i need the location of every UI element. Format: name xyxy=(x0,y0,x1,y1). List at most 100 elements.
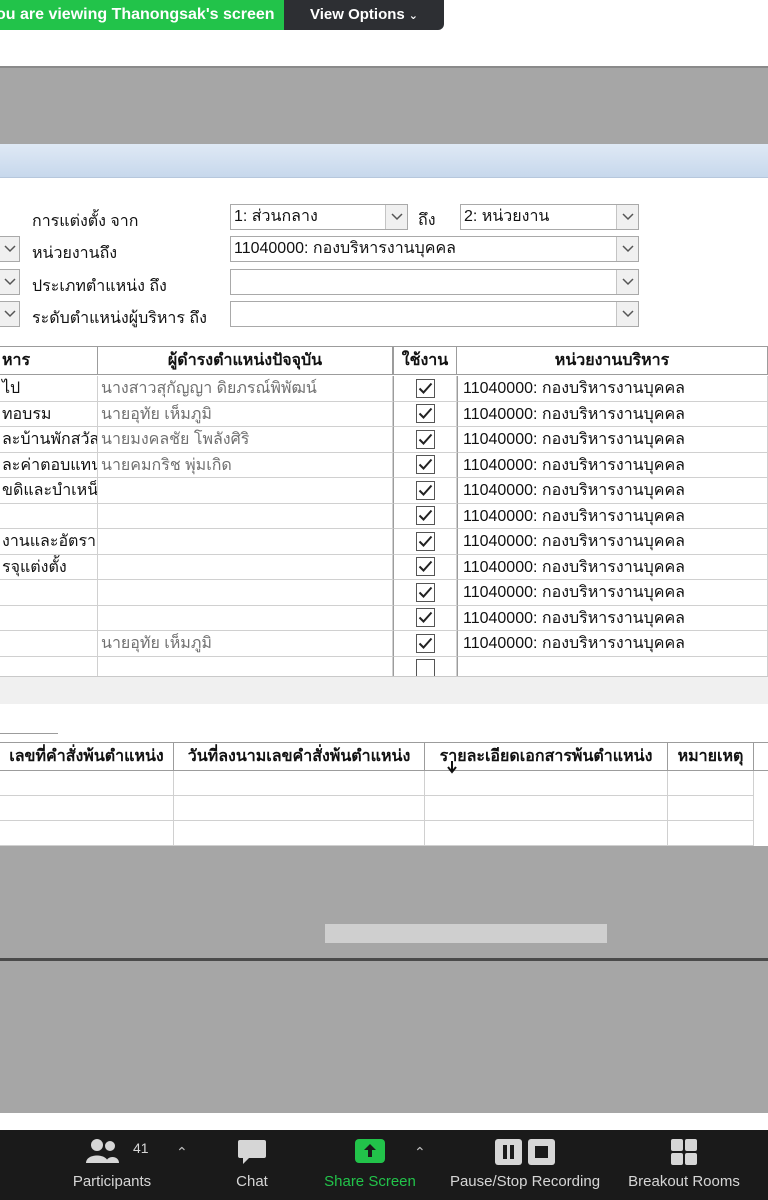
cell-department: รจุแต่งตั้ง xyxy=(0,554,98,580)
appoint-to-select[interactable]: 2: หน่วยงาน xyxy=(460,204,639,230)
breakout-rooms-label: Breakout Rooms xyxy=(628,1173,740,1190)
active-checkbox[interactable] xyxy=(415,531,435,551)
header-col-termination-order[interactable]: เลขที่คำสั่งพ้นตำแหน่ง xyxy=(0,743,174,771)
cell-admin-unit: 11040000: กองบริหารงานบุคคล xyxy=(457,580,768,606)
horizontal-scrollbar-thumb[interactable] xyxy=(325,924,607,943)
share-screen-button[interactable]: Share Screen xyxy=(318,1130,422,1200)
active-checkbox[interactable] xyxy=(415,455,435,475)
active-checkbox[interactable] xyxy=(415,557,435,577)
table-row[interactable]: ขดิและบำเหน็ 11040000: กองบริหารงานบุคคล xyxy=(0,478,768,504)
pause-stop-recording-button[interactable]: Pause/Stop Recording xyxy=(440,1130,610,1200)
left-dropdown-button[interactable] xyxy=(0,236,20,262)
chevron-down-icon[interactable] xyxy=(616,302,638,326)
cell-admin-unit: 11040000: กองบริหารงานบุคคล xyxy=(457,401,768,427)
participants-icon xyxy=(86,1139,119,1163)
exec-level-select[interactable] xyxy=(230,301,639,327)
table-row[interactable] xyxy=(0,796,174,821)
termination-grid: เลขที่คำสั่งพ้นตำแหน่ง วันที่ลงนามเลขคำส… xyxy=(0,742,768,846)
chat-icon xyxy=(238,1140,266,1164)
cell-department: ละค่าตอบแทน xyxy=(0,452,98,478)
table-row[interactable]: 11040000: กองบริหารงานบุคคล xyxy=(0,580,768,606)
chevron-down-icon[interactable] xyxy=(616,270,638,294)
cell-department: ทอบรม xyxy=(0,401,98,427)
table-row[interactable]: รจุแต่งตั้ง 11040000: กองบริหารงานบุคคล xyxy=(0,554,768,580)
cell-current-holder: นางสาวสุกัญญา ดิยภรณ์พิพัฒน์ xyxy=(98,376,393,402)
cell-current-holder: นายคมกริช พุ่มเกิด xyxy=(98,452,393,478)
share-screen-label: Share Screen xyxy=(324,1173,416,1190)
header-col-active[interactable]: ใช้งาน xyxy=(393,347,457,375)
unit-to-value: 11040000: กองบริหารงานบุคคล xyxy=(234,240,456,257)
table-row[interactable]: ละบ้านพักสวัส นายมงคลชัย โพลังศิริ 1104000… xyxy=(0,427,768,453)
table-row[interactable] xyxy=(668,771,754,796)
gray-band-middle xyxy=(0,676,768,704)
active-checkbox[interactable] xyxy=(415,378,435,398)
cell-admin-unit: 11040000: กองบริหารงานบุคคล xyxy=(457,503,768,529)
chevron-down-icon[interactable] xyxy=(616,205,638,229)
header-col-admin-unit[interactable]: หน่วยงานบริหาร xyxy=(457,347,768,375)
table-row[interactable]: ไป นางสาวสุกัญญา ดิยภรณ์พิพัฒน์ 11040000: … xyxy=(0,376,768,402)
cell-department xyxy=(0,580,98,606)
active-checkbox[interactable] xyxy=(415,506,435,526)
breakout-rooms-button[interactable]: Breakout Rooms xyxy=(620,1130,748,1200)
cell-current-holder xyxy=(98,503,393,529)
share-screen-icon xyxy=(355,1139,385,1163)
appoint-from-label: การแต่งตั้ง จาก xyxy=(32,213,139,230)
position-type-select[interactable] xyxy=(230,269,639,295)
active-checkbox[interactable] xyxy=(415,480,435,500)
cell-department xyxy=(0,605,98,631)
chevron-down-icon[interactable] xyxy=(616,237,638,261)
meeting-toolbar: 41 Participants ⌃ Chat Share Screen ⌃ Pa… xyxy=(0,1130,768,1200)
table-row[interactable] xyxy=(174,796,425,821)
table-row[interactable]: ละค่าตอบแทน นายคมกริช พุ่มเกิด 11040000: ก… xyxy=(0,452,768,478)
table-row[interactable] xyxy=(425,796,668,821)
active-checkbox[interactable] xyxy=(415,633,435,653)
cell-current-holder xyxy=(98,580,393,606)
share-caret-icon[interactable]: ⌃ xyxy=(414,1144,426,1161)
table-row[interactable] xyxy=(425,821,668,846)
header-col-extra[interactable] xyxy=(754,743,768,771)
participants-caret-icon[interactable]: ⌃ xyxy=(176,1144,188,1161)
participants-button[interactable]: 41 Participants xyxy=(60,1130,164,1200)
appoint-from-select[interactable]: 1: ส่วนกลาง xyxy=(230,204,408,230)
exec-level-label: ระดับตำแหน่งผู้บริหาร ถึง xyxy=(32,310,207,327)
left-dropdown-button[interactable] xyxy=(0,269,20,295)
table-row[interactable]: 11040000: กองบริหารงานบุคคล xyxy=(0,503,768,529)
chat-button[interactable]: Chat xyxy=(222,1130,282,1200)
to-label: ถึง xyxy=(418,212,436,229)
header-col-signing-date[interactable]: วันที่ลงนามเลขคำสั่งพ้นตำแหน่ง xyxy=(174,743,425,771)
cell-admin-unit: 11040000: กองบริหารงานบุคคล xyxy=(457,529,768,555)
pause-stop-recording-label: Pause/Stop Recording xyxy=(449,1173,601,1190)
table-row[interactable]: ทอบรม นายอุทัย เห็มภูมิ 11040000: กองบริหา… xyxy=(0,401,768,427)
left-dropdown-button[interactable] xyxy=(0,301,20,327)
table-row[interactable]: 11040000: กองบริหารงานบุคคล xyxy=(0,605,768,631)
viewing-banner: ou are viewing Thanongsak's screen xyxy=(0,0,284,30)
cell-active xyxy=(393,478,457,504)
table-row[interactable] xyxy=(668,796,754,821)
cell-current-holder xyxy=(98,605,393,631)
chevron-down-icon[interactable] xyxy=(385,205,407,229)
table-row[interactable] xyxy=(0,821,174,846)
table-row[interactable]: นายอุทัย เห็มภูมิ 11040000: กองบริหารงานบ… xyxy=(0,631,768,657)
header-col-current-holder[interactable]: ผู้ดำรงตำแหน่งปัจจุบัน xyxy=(98,347,393,375)
table-row[interactable] xyxy=(174,771,425,796)
cell-department xyxy=(0,503,98,529)
header-col-department[interactable]: หาร xyxy=(0,347,98,375)
cell-current-holder: นายอุทัย เห็มภูมิ xyxy=(98,631,393,657)
table-row[interactable] xyxy=(174,821,425,846)
pause-stop-icon xyxy=(495,1139,555,1165)
table-row[interactable] xyxy=(425,771,668,796)
unit-to-select[interactable]: 11040000: กองบริหารงานบุคคล xyxy=(230,236,639,262)
header-col-remark[interactable]: หมายเหตุ xyxy=(668,743,754,771)
table-row[interactable]: งานและอัตรากำ 11040000: กองบริหารงานบุคคล xyxy=(0,529,768,555)
active-checkbox[interactable] xyxy=(415,608,435,628)
active-checkbox[interactable] xyxy=(415,429,435,449)
white-gap xyxy=(0,1113,768,1130)
cell-active xyxy=(393,401,457,427)
view-options-button[interactable]: View Options ⌄ xyxy=(284,0,444,30)
header-col-document-detail[interactable]: รายละเอียดเอกสารพ้นตำแหน่ง xyxy=(425,743,668,771)
active-checkbox[interactable] xyxy=(415,582,435,602)
cell-department: ละบ้านพักสวัส xyxy=(0,427,98,453)
table-row[interactable] xyxy=(0,771,174,796)
active-checkbox[interactable] xyxy=(415,404,435,424)
table-row[interactable] xyxy=(668,821,754,846)
